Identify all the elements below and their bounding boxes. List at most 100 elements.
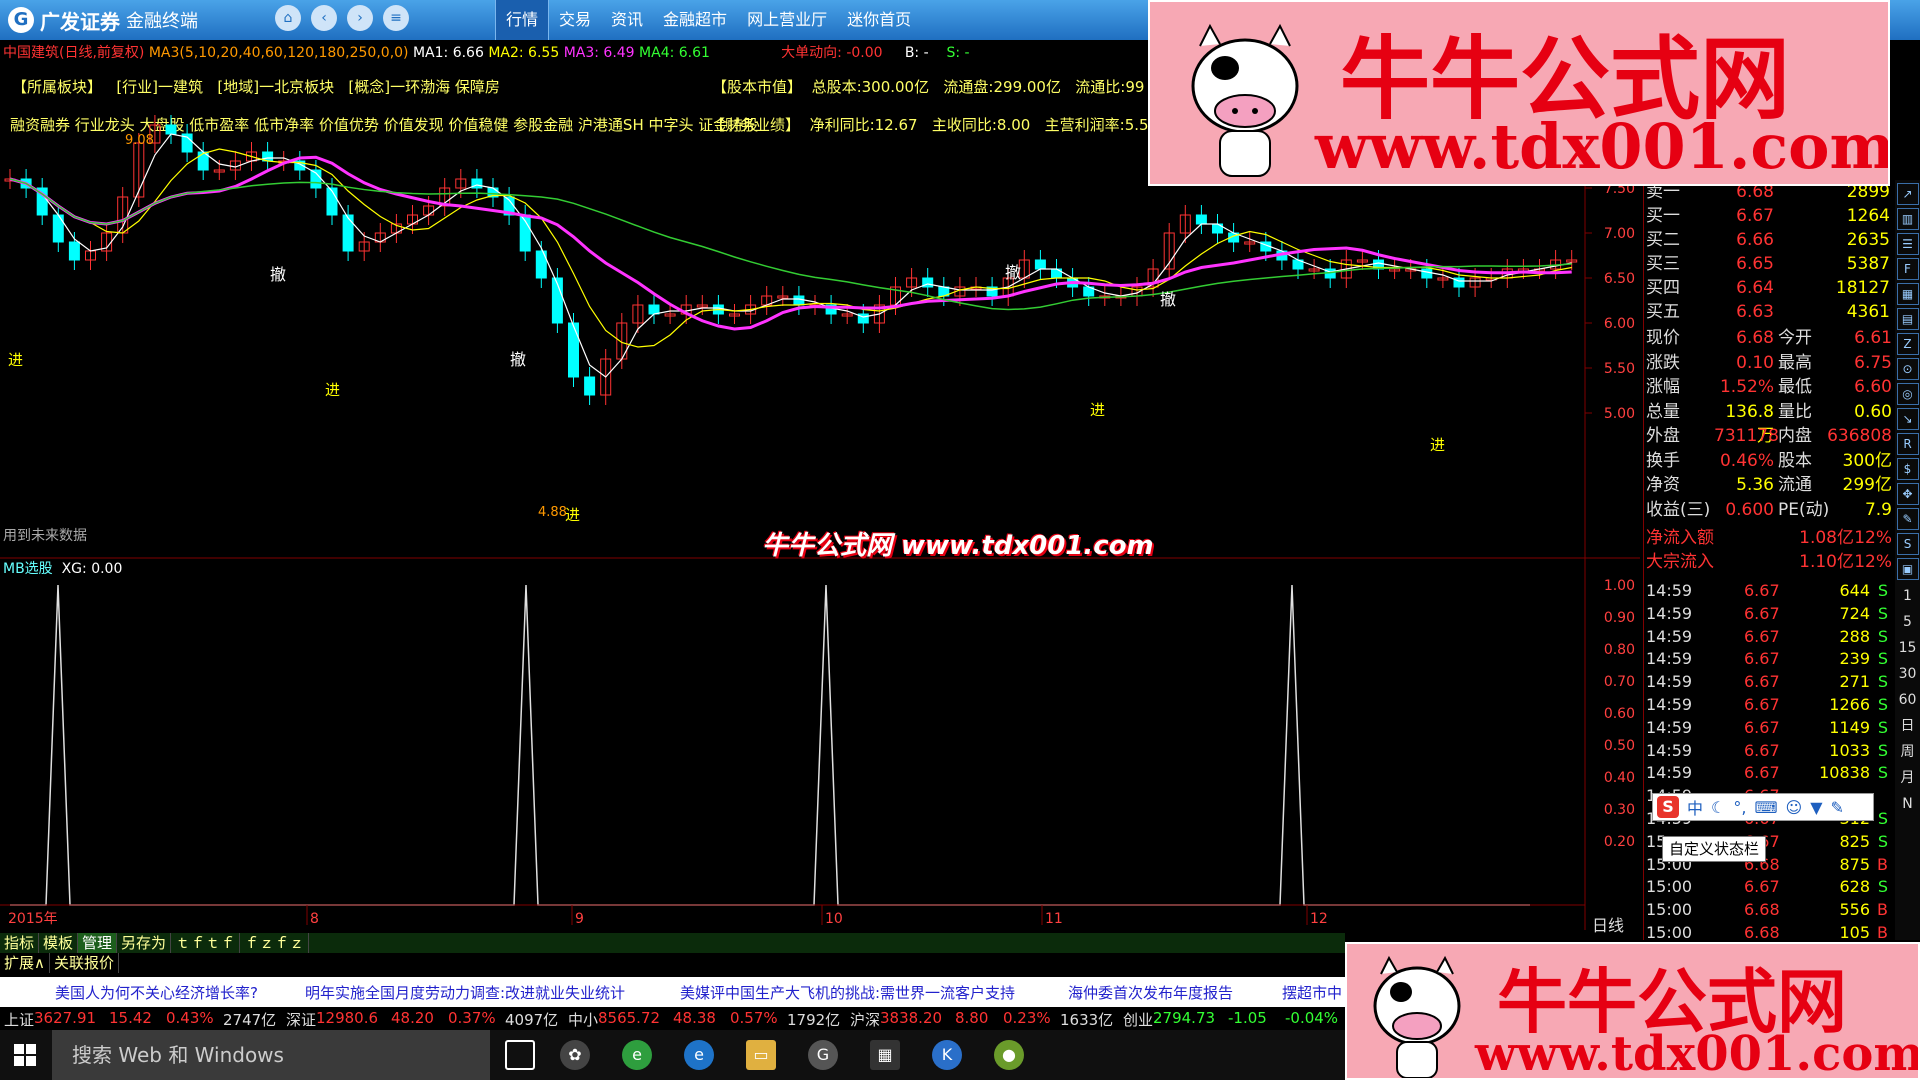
tick-side: B [1877, 900, 1888, 920]
period-button[interactable]: 60 [1897, 687, 1919, 713]
browser-360-icon[interactable]: e [622, 1040, 652, 1070]
punct-icon[interactable]: °, [1733, 798, 1746, 817]
ime-mode[interactable]: 中 [1687, 795, 1703, 819]
toolbar-f10-icon[interactable]: F [1896, 258, 1919, 280]
menu-quotes[interactable]: 行情 [495, 0, 550, 40]
toolbar-rsi-icon[interactable]: R [1896, 433, 1919, 455]
folder-icon[interactable]: ▭ [746, 1040, 776, 1070]
gf-terminal-icon[interactable]: G [808, 1040, 838, 1070]
forward-icon[interactable]: › [347, 5, 373, 31]
tab-indicator[interactable]: 指标 [0, 933, 40, 953]
stat-label: 现价 [1646, 328, 1680, 348]
tick-volume: 10838 [1819, 763, 1870, 783]
period-button[interactable]: 月 [1897, 765, 1919, 791]
toolbar-circle-icon[interactable]: ◎ [1896, 383, 1919, 405]
order-price: 6.65 [1736, 254, 1774, 274]
side-toolbar: ↗ ▥ ☰ F ▦ ▤ Z ⊙ ◎ ↘ R $ ✥ ✎ S ▣ 1 5 15 30 60… [1895, 180, 1920, 940]
menu-news[interactable]: 资讯 [601, 0, 653, 40]
task-view-icon[interactable] [505, 1040, 535, 1070]
toolbar-fs-icon[interactable]: S [1896, 533, 1919, 555]
period-button[interactable]: 30 [1897, 661, 1919, 687]
tab-template[interactable]: 模板 [39, 933, 79, 953]
y-tick-label: 0.90 [1604, 610, 1635, 626]
period-button[interactable]: 周 [1897, 739, 1919, 765]
news-item[interactable]: 美国人为何不关心经济增长率? [55, 982, 258, 1003]
sub-indicator-plot[interactable]: 1.00 0.90 0.80 0.70 0.60 0.50 0.40 0.30 0.20 201… [0, 500, 1640, 930]
stat-value: 5.36 [1736, 475, 1774, 495]
stat-label: 换手 [1646, 450, 1680, 471]
tab-fzfz[interactable]: ｆｚｆｚ [240, 933, 310, 953]
toolbar-chart-icon[interactable]: ↗ [1896, 183, 1919, 205]
tick-price: 6.67 [1744, 672, 1780, 692]
cow-mascot-icon [1373, 955, 1461, 1078]
sogou-icon[interactable]: S [1657, 796, 1679, 818]
store-icon[interactable]: ▦ [870, 1040, 900, 1070]
app-icon-globe[interactable]: ● [994, 1040, 1024, 1070]
toolbar-trend-icon[interactable]: ↘ [1896, 408, 1919, 430]
windows-start-icon[interactable] [14, 1044, 38, 1068]
news-item[interactable]: 摆超市中 [1282, 982, 1342, 1003]
order-book-row: 买二 6.66 2635 [1644, 228, 1896, 252]
tick-side: S [1877, 603, 1888, 623]
tick-time: 14:59 [1646, 763, 1693, 783]
index-field: -0.04% [1285, 1009, 1339, 1027]
period-button[interactable]: 5 [1897, 609, 1919, 635]
tick-row: 14:59 6.67 271 S [1644, 671, 1896, 694]
menu-market[interactable]: 金融超市 [653, 0, 737, 40]
wrench-icon[interactable]: ✎ [1831, 798, 1844, 817]
enter-signal: 进 [8, 351, 23, 369]
toolbar-doc-icon[interactable]: ▤ [1896, 308, 1919, 330]
period-buttons: 1 5 15 30 60 日周月 N [1897, 583, 1919, 817]
toolbar-grid-icon[interactable]: ▦ [1896, 283, 1919, 305]
news-item[interactable]: 海仲委首次发布年度报告 [1068, 982, 1233, 1003]
flow-row: 大宗流入 1.10亿 12% [1644, 550, 1896, 574]
tab-tftf[interactable]: ｔｆｔｆ [171, 933, 241, 953]
period-button[interactable]: 1 [1897, 583, 1919, 609]
tab-related-quotes[interactable]: 关联报价 [50, 953, 119, 973]
flow-row: 净流入额 1.08亿 12% [1644, 526, 1896, 550]
moon-icon[interactable]: ☾ [1711, 798, 1725, 817]
toolbar-move-icon[interactable]: ✥ [1896, 483, 1919, 505]
menu-mini-home[interactable]: 迷你首页 [837, 0, 921, 40]
tick-volume: 875 [1839, 854, 1870, 874]
period-label[interactable]: 日线 [1592, 912, 1624, 936]
y-tick-label: 5.50 [1604, 361, 1635, 377]
stat-value: 6.68 [1736, 328, 1774, 348]
toolbar-pic-icon[interactable]: ▣ [1896, 558, 1919, 580]
ime-toolbar[interactable]: S 中 ☾ °, ⌨ ☺ ▼ ✎ [1652, 793, 1874, 821]
app-icon-pinwheel[interactable]: ✿ [560, 1040, 590, 1070]
period-button[interactable]: 日 [1897, 713, 1919, 739]
y-tick-label: 6.00 [1604, 316, 1635, 332]
toolbar-pen-icon[interactable]: ✎ [1896, 508, 1919, 530]
toolbar-fz-icon[interactable]: Z [1896, 333, 1919, 355]
keyboard-icon[interactable]: ⌨ [1754, 798, 1777, 817]
expand-icon[interactable]: ≡ [383, 5, 409, 31]
tab-manage[interactable]: 管理 [78, 933, 118, 953]
index-field: 48.20 [391, 1009, 434, 1027]
news-item[interactable]: 美媒评中国生产大飞机的挑战:需世界一流客户支持 [680, 982, 1015, 1003]
index-field: 0.57% [730, 1009, 778, 1027]
menu-online-hall[interactable]: 网上营业厅 [737, 0, 837, 40]
k-app-icon[interactable]: K [932, 1040, 962, 1070]
toolbar-list-icon[interactable]: ☰ [1896, 233, 1919, 255]
tab-save-as[interactable]: 另存为 [117, 933, 172, 953]
taskbar-search[interactable]: 搜索 Web 和 Windows [52, 1030, 490, 1080]
app-logo: G 广发证券 金融终端 [8, 4, 198, 36]
toolbar-link-icon[interactable]: ⊙ [1896, 358, 1919, 380]
period-button[interactable]: 15 [1897, 635, 1919, 661]
home-icon[interactable]: ⌂ [275, 5, 301, 31]
tick-time: 14:59 [1646, 626, 1693, 646]
shirt-icon[interactable]: ▼ [1810, 798, 1822, 817]
indicator-tabs: 指标 模板 管理 另存为 ｔｆｔｆ ｆｚｆｚ [0, 933, 1345, 953]
toolbar-money-icon[interactable]: $ [1896, 458, 1919, 480]
user-icon[interactable]: ☺ [1786, 798, 1803, 817]
edge-icon[interactable]: e [684, 1040, 714, 1070]
candle-body [52, 214, 64, 243]
tick-time: 15:00 [1646, 877, 1693, 897]
toolbar-kline-icon[interactable]: ▥ [1896, 208, 1919, 230]
tab-extend[interactable]: 扩展∧ [0, 953, 50, 973]
menu-trade[interactable]: 交易 [549, 0, 601, 40]
period-button[interactable]: N [1897, 791, 1919, 817]
back-icon[interactable]: ‹ [311, 5, 337, 31]
news-item[interactable]: 明年实施全国月度劳动力调查:改进就业失业统计 [305, 982, 625, 1003]
